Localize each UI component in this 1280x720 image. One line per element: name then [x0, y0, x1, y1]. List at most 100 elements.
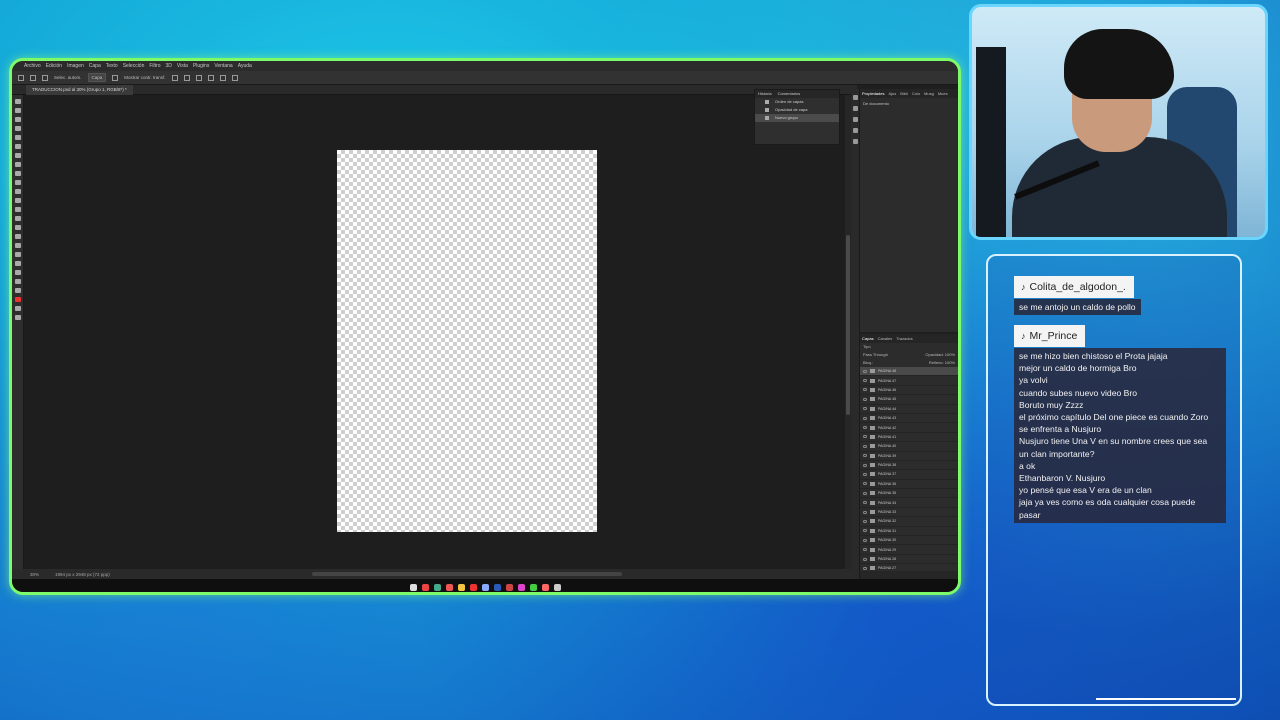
layer-row[interactable]: PAGINA 42 — [860, 423, 958, 433]
transform-checkbox[interactable] — [112, 74, 119, 81]
lasso-tool-icon[interactable] — [14, 117, 21, 122]
vertical-scroll-thumb[interactable] — [846, 235, 850, 415]
tab-capas[interactable]: Capas — [862, 334, 874, 343]
visibility-eye-icon[interactable] — [863, 454, 867, 458]
eyedropper-tool-icon[interactable] — [14, 153, 21, 158]
align-right-icon[interactable] — [195, 74, 202, 81]
blend-mode-select[interactable]: Pass Through — [863, 351, 888, 359]
app-icon-3[interactable] — [505, 583, 513, 591]
photoshop-icon[interactable] — [493, 583, 501, 591]
type-tool-icon[interactable] — [14, 243, 21, 248]
visibility-eye-icon[interactable] — [863, 472, 867, 476]
layer-row[interactable]: PAGINA 39 — [860, 452, 958, 461]
history-item-selected[interactable]: Nuevo grupo — [755, 114, 839, 122]
layer-row[interactable]: PAGINA 48 — [860, 367, 958, 377]
visibility-eye-icon[interactable] — [863, 482, 867, 486]
hand-tool-icon[interactable] — [14, 270, 21, 275]
chrome-icon[interactable] — [421, 583, 429, 591]
home-icon[interactable] — [18, 74, 24, 81]
layer-row[interactable]: PAGINA 28 — [860, 555, 958, 565]
settings-icon[interactable] — [481, 583, 489, 591]
brush-tool-icon[interactable] — [14, 171, 21, 176]
screen-mode-icon[interactable] — [14, 315, 21, 320]
layer-row[interactable]: PAGINA 31 — [860, 527, 958, 537]
distribute-icon[interactable] — [207, 74, 214, 81]
canvas-area[interactable] — [24, 95, 845, 569]
menu-item-texto[interactable]: Texto — [106, 63, 118, 69]
menu-item-imagen[interactable]: Imagen — [67, 63, 84, 69]
visibility-eye-icon[interactable] — [863, 444, 867, 448]
foreground-color-swatch[interactable] — [14, 297, 21, 302]
layer-row[interactable]: PAGINA 34 — [860, 498, 958, 508]
document-canvas[interactable] — [337, 150, 597, 532]
visibility-eye-icon[interactable] — [863, 557, 867, 561]
menu-item-ayuda[interactable]: Ayuda — [238, 63, 252, 69]
shape-tool-icon[interactable] — [14, 261, 21, 266]
menu-item-ventana[interactable]: Ventana — [214, 63, 232, 69]
more-tools-icon[interactable] — [14, 288, 21, 293]
tab-historia[interactable]: Historia — [758, 90, 772, 98]
layer-filter-select[interactable]: Tipo — [863, 343, 871, 351]
blur-tool-icon[interactable] — [14, 216, 21, 221]
history-panel-icon[interactable] — [852, 95, 858, 100]
3d-mode-icon[interactable] — [231, 74, 238, 81]
align-left-icon[interactable] — [171, 74, 178, 81]
visibility-eye-icon[interactable] — [863, 388, 867, 392]
align-center-icon[interactable] — [183, 74, 190, 81]
visibility-eye-icon[interactable] — [863, 463, 867, 467]
visibility-eye-icon[interactable] — [863, 510, 867, 514]
quick-mask-icon[interactable] — [14, 306, 21, 311]
app-icon-6[interactable] — [541, 583, 549, 591]
layer-row[interactable]: PAGINA 38 — [860, 461, 958, 471]
crop-tool-icon[interactable] — [14, 135, 21, 140]
tab-muestras-2[interactable]: Mues — [938, 89, 948, 98]
marquee-tool-icon[interactable] — [14, 108, 21, 113]
frame-tool-icon[interactable] — [14, 144, 21, 149]
tab-bibliotecas[interactable]: Bibli — [900, 89, 908, 98]
layer-row[interactable]: PAGINA 44 — [860, 405, 958, 414]
character-panel-icon[interactable] — [852, 139, 858, 144]
layer-row[interactable]: PAGINA 32 — [860, 517, 958, 527]
app-icon[interactable] — [433, 583, 441, 591]
menu-item-seleccion[interactable]: Selección — [123, 63, 145, 69]
app-icon-5[interactable] — [529, 583, 537, 591]
layer-row[interactable]: PAGINA 45 — [860, 395, 958, 405]
tab-comentarios[interactable]: Comentarios — [778, 90, 801, 98]
layer-row[interactable]: PAGINA 47 — [860, 376, 958, 386]
zoom-level[interactable]: 30% — [30, 572, 39, 577]
stamp-tool-icon[interactable] — [14, 180, 21, 185]
tab-color[interactable]: Colo — [912, 89, 920, 98]
brush-panel-icon[interactable] — [852, 128, 858, 133]
tab-muestras-1[interactable]: Musg — [924, 89, 934, 98]
visibility-eye-icon[interactable] — [863, 519, 867, 523]
menu-item-plugins[interactable]: Plugins — [193, 63, 209, 69]
dodge-tool-icon[interactable] — [14, 225, 21, 230]
gradient-tool-icon[interactable] — [14, 207, 21, 212]
tab-propiedades[interactable]: Propiedades — [862, 89, 884, 98]
visibility-eye-icon[interactable] — [863, 491, 867, 495]
horizontal-scrollbar[interactable] — [312, 572, 622, 576]
move-tool-icon[interactable] — [14, 99, 21, 104]
app-icon-2[interactable] — [469, 583, 477, 591]
menu-item-archivo[interactable]: Archivo — [24, 63, 41, 69]
pen-tool-icon[interactable] — [14, 234, 21, 239]
visibility-eye-icon[interactable] — [863, 407, 867, 411]
layer-row[interactable]: PAGINA 41 — [860, 433, 958, 443]
visibility-eye-icon[interactable] — [863, 379, 867, 383]
layer-row[interactable]: PAGINA 29 — [860, 545, 958, 555]
info-panel-icon[interactable] — [852, 117, 858, 122]
visibility-eye-icon[interactable] — [863, 529, 867, 533]
visibility-eye-icon[interactable] — [863, 397, 867, 401]
visibility-eye-icon[interactable] — [863, 538, 867, 542]
visibility-eye-icon[interactable] — [863, 416, 867, 420]
layer-row[interactable]: PAGINA 46 — [860, 386, 958, 396]
tab-ajustes[interactable]: Ajus — [888, 89, 896, 98]
layer-row[interactable]: PAGINA 36 — [860, 480, 958, 490]
layer-row[interactable]: PAGINA 30 — [860, 536, 958, 546]
windows-start-icon[interactable] — [409, 583, 417, 591]
tab-canales[interactable]: Canales — [878, 334, 893, 343]
comments-panel-icon[interactable] — [852, 106, 858, 111]
history-item[interactable]: Orden de capas — [755, 98, 839, 106]
quick-select-tool-icon[interactable] — [14, 126, 21, 131]
folder-icon[interactable] — [457, 583, 465, 591]
